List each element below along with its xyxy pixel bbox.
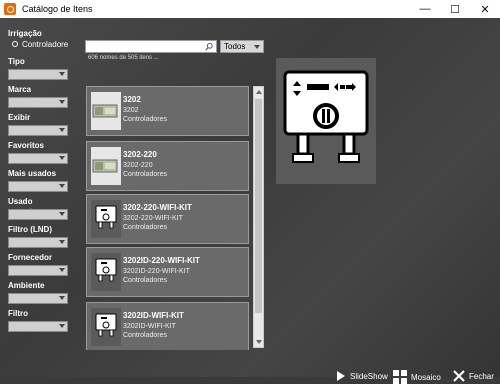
filter-select[interactable] xyxy=(8,265,68,276)
mosaic-button[interactable]: Mosaico xyxy=(393,370,441,384)
item-code: 3202ID-WIFI-KIT xyxy=(123,323,176,330)
chevron-down-icon xyxy=(59,212,65,216)
category-select-value: Todos xyxy=(224,42,246,51)
item-card[interactable]: 3202-220-WIFI-KIT 3202-220-WIFI-KIT Contro… xyxy=(86,194,249,244)
chevron-down-icon xyxy=(59,184,65,188)
chevron-down-icon xyxy=(59,72,65,76)
mosaic-label: Mosaico xyxy=(411,372,441,382)
item-code: 3202-220 xyxy=(123,162,153,169)
minimize-button[interactable]: — xyxy=(410,0,440,18)
chevron-down-icon xyxy=(254,45,260,49)
close-label: Fechar xyxy=(469,371,494,381)
item-card[interactable]: 3202-220 3202-220 Controladores xyxy=(86,141,249,191)
chevron-down-icon xyxy=(59,156,65,160)
item-name: 3202-220 xyxy=(123,150,157,159)
filter-label: Ambiente xyxy=(8,281,45,290)
radio-label: Controladore xyxy=(22,39,69,49)
filter-label: Filtro xyxy=(8,309,28,318)
filter-label: Filtro (LND) xyxy=(8,225,52,234)
search-input[interactable] xyxy=(85,40,217,53)
filter-label: Marca xyxy=(8,85,32,94)
list-scrollbar[interactable] xyxy=(253,86,264,348)
scroll-down-icon[interactable] xyxy=(256,340,262,344)
close-x-icon xyxy=(453,370,465,382)
catalog-client: Irrigação Controladore Tipo Marca Exibir Fa… xyxy=(0,18,500,384)
item-name: 3202ID-220-WIFI-KIT xyxy=(123,256,200,265)
scroll-up-icon[interactable] xyxy=(256,90,262,94)
item-category: Controladores xyxy=(123,116,167,123)
filter-select[interactable] xyxy=(8,209,68,220)
controller-preview-icon xyxy=(283,70,369,163)
scroll-thumb[interactable] xyxy=(255,99,262,313)
item-preview xyxy=(276,58,376,184)
slideshow-label: SlideShow xyxy=(350,371,388,381)
item-name: 3202ID-WIFI-KIT xyxy=(123,311,184,320)
filter-sidebar: Irrigação Controladore Tipo Marca Exibir Fa… xyxy=(8,29,70,332)
item-code: 3202ID-220-WIFI-KIT xyxy=(123,268,190,275)
filter-select[interactable] xyxy=(8,97,68,108)
filter-label: Mais usados xyxy=(8,169,57,178)
item-card[interactable]: 3202ID-220-WIFI-KIT 3202ID-220-WIFI-KIT Co… xyxy=(86,247,249,297)
item-list[interactable]: 3202 3202 Controladores 3202-220 3202-220 Con… xyxy=(82,66,251,350)
result-count: 606 nomes de 505 itens ... xyxy=(88,55,159,61)
controller-photo-icon xyxy=(91,147,121,185)
filter-select[interactable] xyxy=(8,321,68,332)
chevron-down-icon xyxy=(59,296,65,300)
filter-label: Fornecedor xyxy=(8,253,53,262)
item-category: Controladores xyxy=(123,277,167,284)
filter-select[interactable] xyxy=(8,293,68,304)
category-select[interactable]: Todos xyxy=(220,40,264,53)
chevron-down-icon xyxy=(59,128,65,132)
item-category: Controladores xyxy=(123,171,167,178)
controller-icon xyxy=(91,308,121,346)
filter-select[interactable] xyxy=(8,153,68,164)
grid-icon xyxy=(393,370,407,384)
search-icon[interactable] xyxy=(205,42,213,52)
item-category: Controladores xyxy=(123,332,167,339)
chevron-down-icon xyxy=(59,100,65,104)
item-code: 3202 xyxy=(123,107,139,114)
item-name: 3202-220-WIFI-KIT xyxy=(123,203,192,212)
slideshow-button[interactable]: SlideShow xyxy=(336,370,388,382)
filter-select[interactable] xyxy=(8,181,68,192)
close-window-button[interactable]: ✕ xyxy=(470,0,500,18)
chevron-down-icon xyxy=(59,268,65,272)
chevron-down-icon xyxy=(59,324,65,328)
item-code: 3202-220-WIFI-KIT xyxy=(123,215,183,222)
item-card[interactable]: 3202 3202 Controladores xyxy=(86,86,249,136)
filter-label: Tipo xyxy=(8,57,25,66)
filter-select[interactable] xyxy=(8,69,68,80)
item-name: 3202 xyxy=(123,95,141,104)
irrigacao-label: Irrigação xyxy=(8,29,42,38)
filter-label: Favoritos xyxy=(8,141,45,150)
item-card[interactable]: 3202ID-WIFI-KIT 3202ID-WIFI-KIT Controlado… xyxy=(86,302,249,350)
chevron-down-icon xyxy=(59,240,65,244)
controladores-radio[interactable]: Controladore xyxy=(12,39,70,49)
radio-circle-icon xyxy=(12,41,18,47)
controller-icon xyxy=(91,200,121,238)
controller-photo-icon xyxy=(91,92,121,130)
filter-label: Exibir xyxy=(8,113,31,122)
controller-icon xyxy=(91,253,121,291)
close-button[interactable]: Fechar xyxy=(453,370,494,382)
play-icon xyxy=(337,371,345,381)
maximize-button[interactable]: ☐ xyxy=(440,0,470,18)
window-title: Catálogo de Itens xyxy=(22,4,93,14)
app-icon xyxy=(4,3,16,15)
filter-select[interactable] xyxy=(8,125,68,136)
title-bar: Catálogo de Itens — ☐ ✕ xyxy=(0,0,500,18)
filter-label: Usado recentem xyxy=(8,197,44,216)
filter-select[interactable] xyxy=(8,237,68,248)
item-category: Controladores xyxy=(123,224,167,231)
